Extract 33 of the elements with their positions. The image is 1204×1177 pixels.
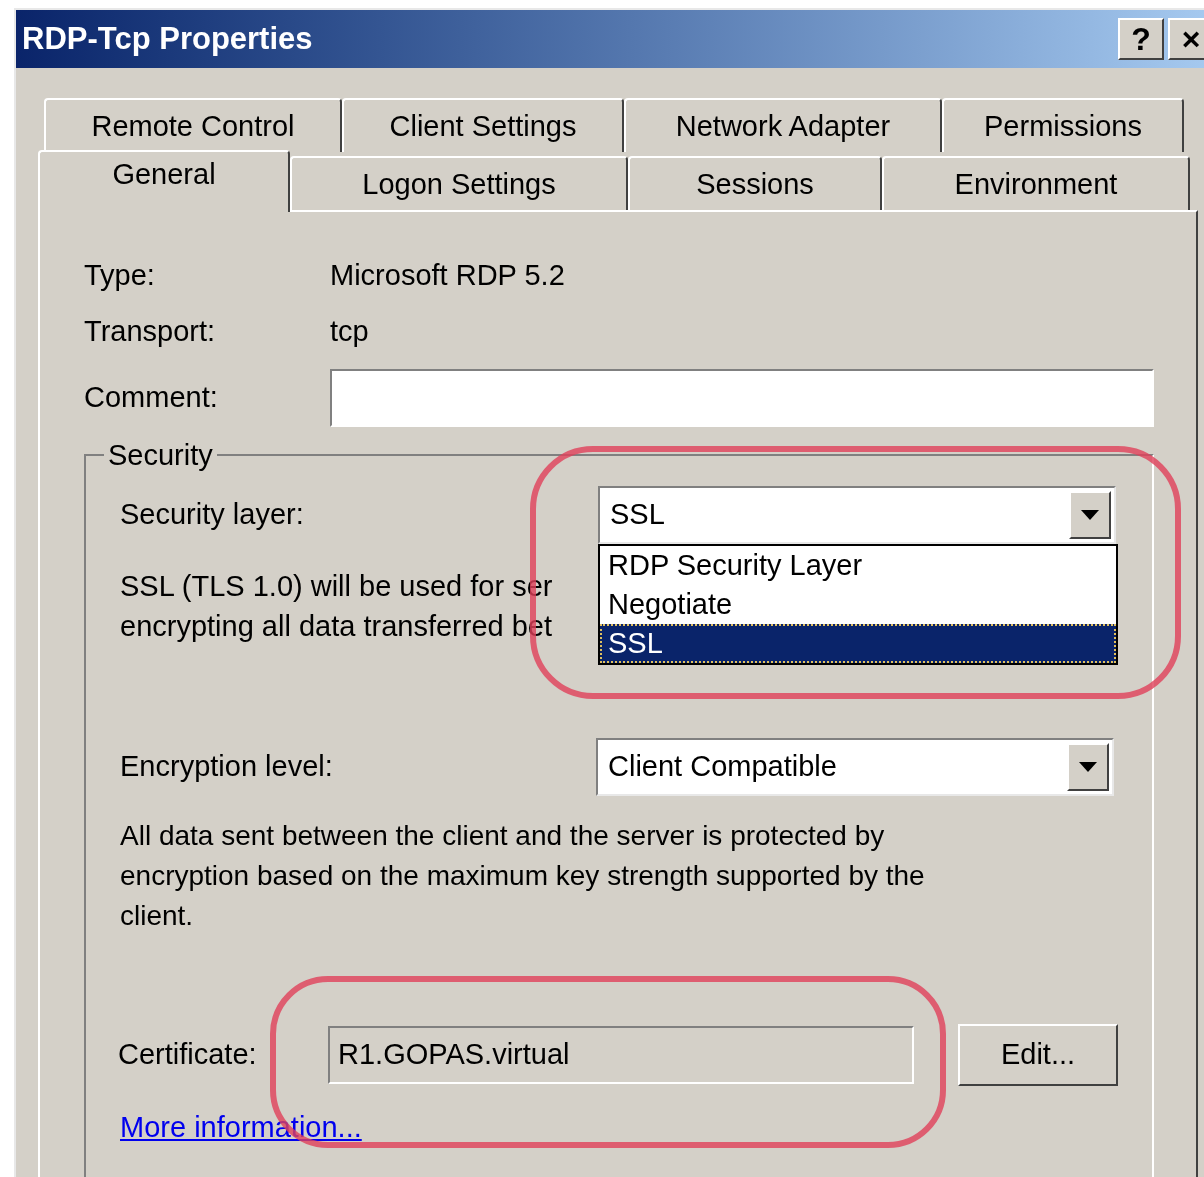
- description-text: SSL (TLS 1.0) will be used for ser: [120, 569, 553, 604]
- dropdown-option[interactable]: SSL: [600, 624, 1116, 663]
- close-button[interactable]: ×: [1168, 18, 1204, 60]
- comment-field[interactable]: [330, 369, 1154, 427]
- help-button[interactable]: ?: [1118, 18, 1164, 60]
- more-information-link[interactable]: More information...: [120, 1106, 362, 1150]
- edit-button[interactable]: Edit...: [958, 1024, 1118, 1086]
- field-label: Transport:: [84, 314, 217, 350]
- dropdown-option[interactable]: RDP Security Layer: [600, 546, 1116, 585]
- field-label: Comment:: [84, 380, 219, 416]
- certificate-field: R1.GOPAS.virtual: [328, 1026, 914, 1084]
- description-text: encrypting all data transferred bet: [120, 609, 553, 644]
- tab[interactable]: Sessions: [628, 156, 882, 210]
- field-label: Encryption level:: [120, 749, 334, 785]
- window-title: RDP-Tcp Properties: [22, 19, 313, 58]
- field-value: Microsoft RDP 5.2: [330, 258, 565, 294]
- dropdown[interactable]: Client Compatible: [596, 738, 1114, 796]
- tab[interactable]: Remote Control: [44, 98, 342, 152]
- field-label: Security layer:: [120, 497, 305, 533]
- field-value: tcp: [330, 314, 369, 350]
- dropdown-option[interactable]: Negotiate: [600, 585, 1116, 624]
- field-label: Certificate:: [118, 1037, 258, 1073]
- description-text: All data sent between the client and the server is protected by encryption based on the maximum key strength supported by the client.: [120, 819, 926, 933]
- tab[interactable]: General: [38, 150, 290, 212]
- tab[interactable]: Logon Settings: [290, 156, 628, 210]
- down-arrow-icon: [1081, 510, 1099, 520]
- tab[interactable]: Permissions: [942, 98, 1184, 152]
- dropdown[interactable]: SSL: [598, 486, 1116, 544]
- tab[interactable]: Network Adapter: [624, 98, 942, 152]
- down-arrow-icon: [1079, 762, 1097, 772]
- tab[interactable]: Client Settings: [342, 98, 624, 152]
- tab[interactable]: Environment: [882, 156, 1190, 210]
- field-label: Type:: [84, 258, 156, 294]
